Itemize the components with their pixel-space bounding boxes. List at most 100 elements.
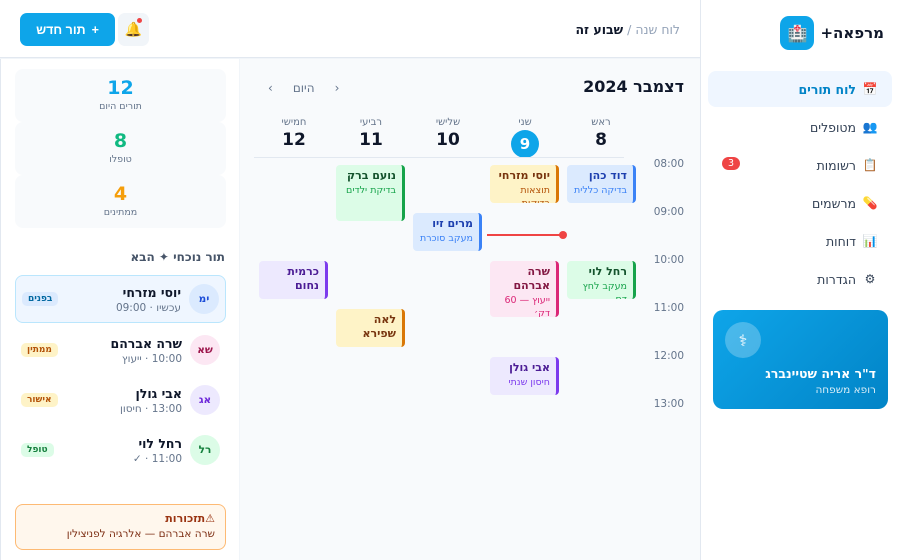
appointment-card[interactable]: רחל לוי מעקב לחץ דם xyxy=(567,261,636,299)
queue-item[interactable]: אג אבי גולן 13:00 · חיסון אישור xyxy=(15,376,226,424)
queue-item[interactable]: רל רחל לוי 11:00 · ✓ טופל xyxy=(15,426,226,474)
brand[interactable]: מרפאה+ 🏥 xyxy=(780,16,884,50)
queue-title: תור נוכחי ✦ הבא xyxy=(130,250,225,264)
day-number-today: 9 xyxy=(511,130,539,158)
breadcrumb-separator: / xyxy=(627,22,632,37)
brand-name: מרפאה+ xyxy=(820,24,884,42)
day-name: חמישי xyxy=(281,117,307,128)
stat-value: 12 xyxy=(107,77,134,99)
queue-item[interactable]: ימ יוסי מזרחי עכשיו · 09:00 בפנים xyxy=(15,275,226,323)
appointment-patient: יוסי מזרחי xyxy=(498,169,550,182)
appointment-patient: נועם ברק xyxy=(346,169,396,182)
sidebar-item-patients[interactable]: 👥 מטופלים xyxy=(708,109,892,145)
queue-info: אבי גולן 13:00 · חיסון xyxy=(58,386,182,415)
clipboard-icon: 📋 xyxy=(862,158,878,172)
calendar-nav: ‹ היום › xyxy=(258,75,349,101)
sidebar-item-records[interactable]: 📋 רשומות 3 xyxy=(708,147,892,183)
notifications-button[interactable]: 🔔 xyxy=(118,13,149,46)
doctor-role: רופא משפחה xyxy=(815,384,876,396)
appointment-card[interactable]: דוד כהן בדיקה כללית xyxy=(567,165,636,203)
sidebar-item-label: מרשמים xyxy=(812,195,856,211)
queue-info: יוסי מזרחי עכשיו · 09:00 xyxy=(58,285,181,314)
doctor-name: ד"ר אריה שטיינברג xyxy=(765,366,876,381)
day-header-sun[interactable]: ראש 8 xyxy=(566,117,636,150)
patient-name: רחל לוי xyxy=(138,435,182,451)
day-number: 12 xyxy=(282,130,306,150)
queue-info: רחל לוי 11:00 · ✓ xyxy=(54,436,182,465)
day-name: שלישי xyxy=(435,117,461,128)
avatar: שא xyxy=(190,335,220,365)
day-header-tue[interactable]: שלישי 10 xyxy=(413,117,483,150)
status-badge: ממתין xyxy=(21,343,58,357)
day-header-thu[interactable]: חמישי 12 xyxy=(259,117,329,150)
day-name: שני xyxy=(518,117,532,128)
notification-dot xyxy=(137,18,142,23)
warning-icon: ⚠ xyxy=(205,512,215,525)
day-name: ראש xyxy=(591,117,611,128)
stat-value: 4 xyxy=(113,183,128,205)
queue-item[interactable]: שא שרה אברהם 10:00 · ייעוץ ממתין xyxy=(15,326,226,374)
appointment-card[interactable]: לאה שפירא xyxy=(336,309,405,347)
appointment-card[interactable]: שרה אברהם ייעוץ — 60 דק׳ xyxy=(490,261,559,317)
day-header-wed[interactable]: רביעי 11 xyxy=(336,117,406,150)
patient-time: 13:00 · חיסון xyxy=(119,402,182,415)
appointment-card[interactable]: יוסי מזרחי תוצאות בדיקות xyxy=(490,165,559,203)
day-header-mon[interactable]: שני 9 xyxy=(490,117,560,158)
chart-icon: 📊 xyxy=(862,234,878,248)
status-badge: אישור xyxy=(21,393,58,407)
current-time-dot xyxy=(559,231,567,239)
status-badge: בפנים xyxy=(22,292,59,306)
sidebar-item-label: לוח תורים xyxy=(798,81,856,97)
appointment-patient: שרה אברהם xyxy=(513,265,550,292)
sidebar-item-label: מטופלים xyxy=(809,119,856,135)
new-appointment-label: תור חדש xyxy=(36,22,86,37)
appointment-desc: מעקב סוכרת xyxy=(419,233,473,244)
bell-icon: 🔔 xyxy=(124,21,143,38)
sidebar-item-reports[interactable]: 📊 דוחות xyxy=(708,223,892,259)
appointment-card[interactable]: אבי גולן חיסון שנתי xyxy=(490,357,559,395)
appointment-card[interactable]: נועם ברק בדיקת ילדים xyxy=(336,165,405,221)
sidebar-item-label: הגדרות xyxy=(817,271,856,287)
sidebar-item-settings[interactable]: ⚙ הגדרות xyxy=(708,261,892,297)
appointment-desc: ייעוץ — 60 דק׳ xyxy=(504,295,550,317)
appointment-desc: בדיקה כללית xyxy=(574,185,627,196)
hour-label: 13:00 xyxy=(653,398,684,410)
today-button[interactable]: היום xyxy=(283,81,325,95)
appointment-desc: תוצאות בדיקות xyxy=(520,185,550,203)
patient-name: יוסי מזרחי xyxy=(122,284,181,300)
status-badge: טופל xyxy=(21,443,54,457)
calendar-icon: 📅 xyxy=(862,82,878,96)
sidebar-item-calendar[interactable]: 📅 לוח תורים xyxy=(708,71,892,107)
hour-label: 12:00 xyxy=(653,350,684,362)
plus-icon: + xyxy=(91,22,99,37)
doctor-card[interactable]: ⚕ ד"ר אריה שטיינברג רופא משפחה xyxy=(713,310,888,409)
reminder-card[interactable]: ⚠תזכורות שרה אברהם — אלרגיה לפניצילין xyxy=(15,504,226,550)
gear-icon: ⚙ xyxy=(864,272,876,286)
day-name: רביעי xyxy=(359,117,383,128)
appointment-card[interactable]: כרמית נחום xyxy=(259,261,328,299)
hospital-icon: 🏥 xyxy=(780,16,815,50)
appointment-patient: אבי גולן xyxy=(509,361,550,374)
stat-today: 12 תורים היום xyxy=(15,69,226,122)
breadcrumb-root[interactable]: לוח שנה xyxy=(635,22,680,37)
sidebar-nav: 📅 לוח תורים 👥 מטופלים 📋 רשומות 3 💊 מרשמי… xyxy=(708,71,892,299)
patient-time: עכשיו · 09:00 xyxy=(115,301,181,314)
appointment-patient: מרים זיו xyxy=(432,217,473,230)
calendar-month-title: דצמבר 2024 xyxy=(583,77,684,96)
day-number: 10 xyxy=(436,130,460,150)
sidebar-item-prescriptions[interactable]: 💊 מרשמים xyxy=(708,185,892,221)
header-divider xyxy=(254,157,624,158)
breadcrumb: לוח שנה / שבוע זה xyxy=(575,22,680,37)
appointment-patient: רחל לוי xyxy=(588,265,627,278)
queue-panel: 12 תורים היום 8 טופלו 4 ממתינים תור נוכח… xyxy=(0,59,239,560)
week-calendar: דצמבר 2024 ‹ היום › ראש 8 שני 9 שלישי 10… xyxy=(240,59,700,560)
day-number: 11 xyxy=(359,130,383,150)
appointment-card[interactable]: מרים זיו מעקב סוכרת xyxy=(413,213,482,251)
new-appointment-button[interactable]: + תור חדש xyxy=(20,13,115,46)
patient-time: 11:00 · ✓ xyxy=(132,452,182,465)
current-time-line xyxy=(487,234,563,236)
app-root: מרפאה+ 🏥 📅 לוח תורים 👥 מטופלים 📋 רשומות … xyxy=(0,0,900,560)
next-week-button[interactable]: › xyxy=(258,81,283,95)
appointment-desc: חיסון שנתי xyxy=(508,377,550,388)
prev-week-button[interactable]: ‹ xyxy=(325,81,350,95)
